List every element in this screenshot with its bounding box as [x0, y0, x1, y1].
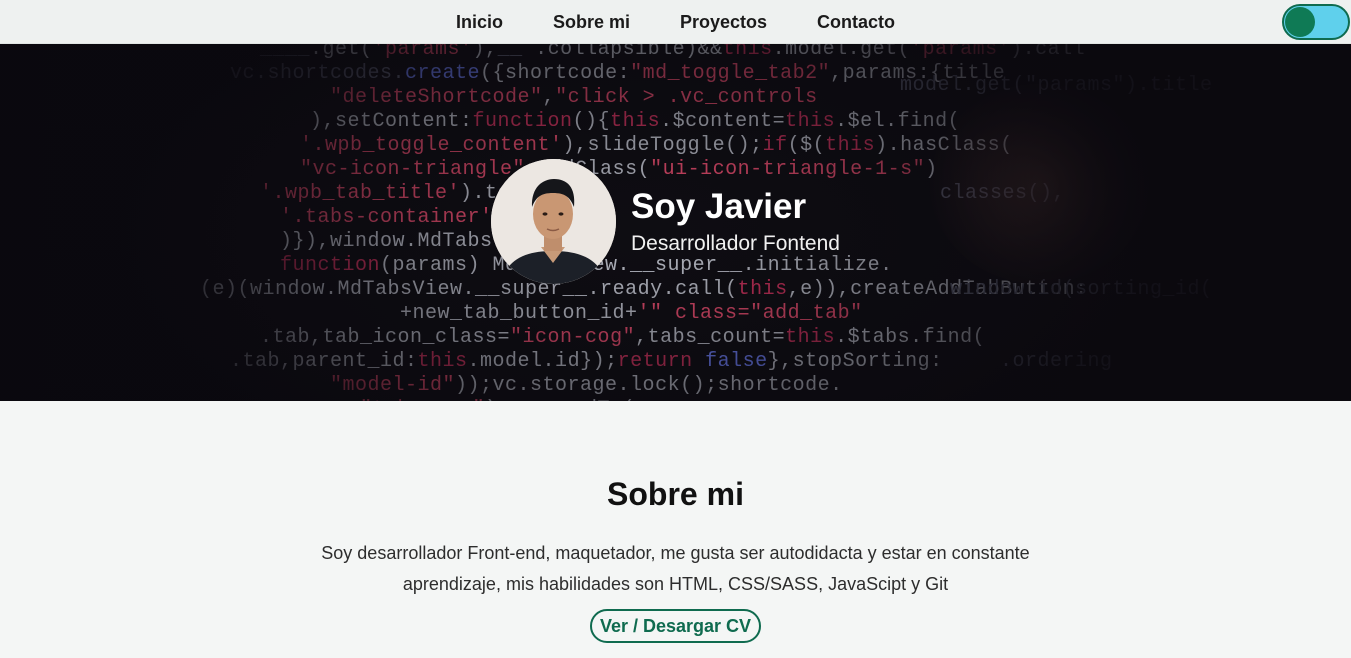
profile-avatar: [491, 159, 616, 284]
theme-toggle[interactable]: [1282, 4, 1350, 40]
nav-menu: Inicio Sobre mi Proyectos Contacto: [0, 0, 1351, 44]
top-navbar: Inicio Sobre mi Proyectos Contacto: [0, 0, 1351, 44]
hero-title: Soy Javier: [631, 187, 807, 226]
nav-link-sobre-mi[interactable]: Sobre mi: [528, 12, 655, 33]
nav-link-proyectos[interactable]: Proyectos: [655, 12, 792, 33]
about-title: Sobre mi: [607, 476, 744, 512]
theme-toggle-knob: [1285, 7, 1315, 37]
nav-link-contacto[interactable]: Contacto: [792, 12, 920, 33]
hero-subtitle: Desarrollador Fontend: [631, 232, 840, 255]
download-cv-button[interactable]: Ver / Desargar CV: [590, 609, 761, 643]
nav-link-inicio[interactable]: Inicio: [431, 12, 528, 33]
hero-banner: ____.get('params'),__ .collapsible)&&thi…: [0, 44, 1351, 401]
about-description: Soy desarrollador Front-end, maquetador,…: [321, 543, 1030, 594]
person-portrait-icon: [491, 159, 616, 284]
